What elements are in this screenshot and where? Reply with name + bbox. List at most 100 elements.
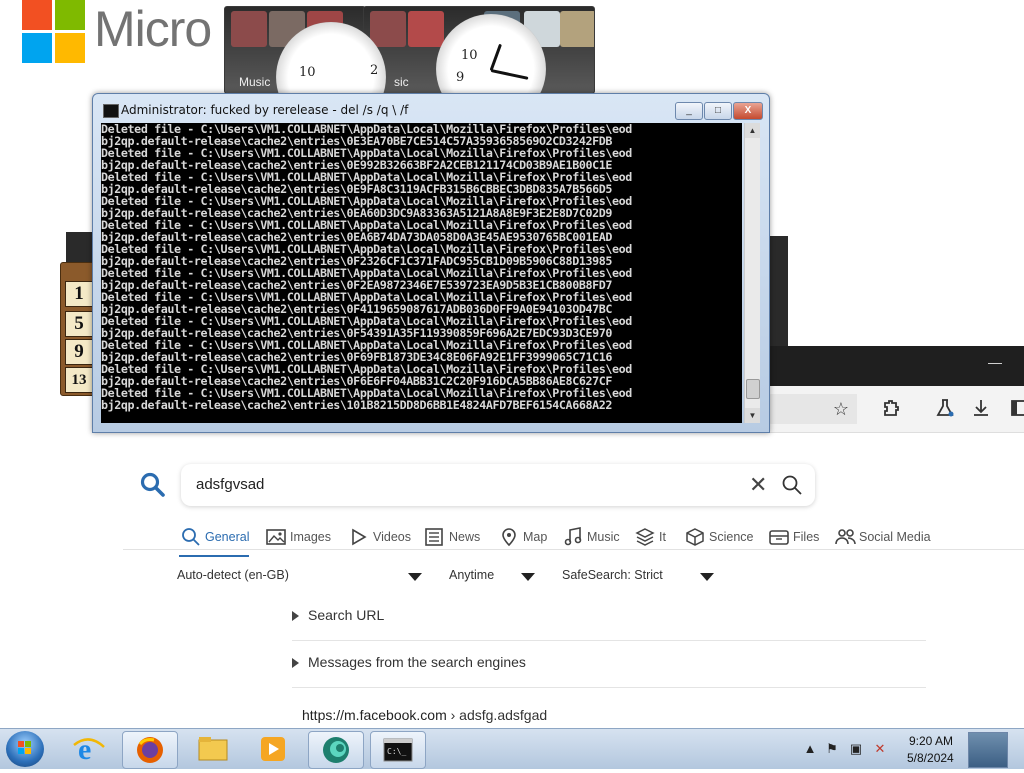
extensions-icon[interactable] <box>880 398 902 420</box>
newspaper-icon <box>425 528 443 546</box>
tab-label: General <box>205 530 250 544</box>
clock-date[interactable]: 5/8/2024 <box>907 751 954 765</box>
puzzle-tile[interactable]: 1 <box>65 281 93 307</box>
search-url-accordion[interactable]: Search URL <box>292 594 926 641</box>
tab-label: Images <box>290 530 331 544</box>
search-query: adsfgvsad <box>196 476 265 493</box>
internet-explorer-button[interactable]: e <box>62 731 116 767</box>
puzzle-tile[interactable]: 13 <box>65 367 93 393</box>
firefox-button[interactable] <box>122 731 178 769</box>
clock-number: 10 <box>299 65 316 80</box>
scroll-up-icon[interactable]: ▲ <box>745 123 760 138</box>
result-url[interactable]: https://m.facebook.com › adsfg.adsfgad <box>302 707 547 723</box>
svg-text:e: e <box>78 733 91 766</box>
microsoft-logo <box>22 0 86 64</box>
search-page: adsfgvsad ✕ General Images Videos News M… <box>117 433 1024 728</box>
tab-label: Music <box>587 530 620 544</box>
clock-hand <box>490 69 529 80</box>
console-line: bj2qp.default-release\cache2\entries\101… <box>101 398 613 412</box>
file-explorer-button[interactable] <box>186 731 240 767</box>
minimize-icon[interactable]: — <box>988 354 1002 370</box>
image-icon <box>266 529 286 545</box>
clock-number: 9 <box>456 70 465 85</box>
media-player-icon <box>261 737 285 761</box>
puzzle-tile[interactable]: 5 <box>65 311 93 337</box>
close-button[interactable]: X <box>733 102 763 120</box>
command-prompt-button[interactable]: C:\_ <box>370 731 426 769</box>
active-tab-indicator <box>179 555 249 557</box>
firefox-icon <box>137 737 163 763</box>
network-icon[interactable]: ▣ <box>848 741 864 757</box>
layers-icon <box>635 528 655 546</box>
action-center-flag-icon[interactable]: ⚑ <box>824 741 840 757</box>
taskbar: e C:\_ ▲ ⚑ ▣ ✕ 9:20 AM 5/8/2024 <box>0 728 1024 769</box>
internet-explorer-icon: e <box>73 733 105 766</box>
star-icon[interactable]: ☆ <box>830 398 852 420</box>
clock-number: 2 <box>370 63 379 78</box>
search-input[interactable]: adsfgvsad ✕ <box>181 464 815 506</box>
expand-triangle-icon <box>292 611 299 621</box>
show-hidden-icons-icon[interactable]: ▲ <box>802 741 818 757</box>
people-icon <box>835 529 856 545</box>
tab-label: Files <box>793 530 820 544</box>
chevron-down-icon[interactable] <box>521 573 535 581</box>
command-prompt-icon: C:\_ <box>383 738 413 762</box>
browser-app-button[interactable] <box>308 731 364 769</box>
play-icon <box>352 528 367 546</box>
gadget-shadow <box>66 232 94 266</box>
search-icon <box>182 528 200 546</box>
minimize-button[interactable]: _ <box>675 102 703 120</box>
language-select[interactable]: Auto-detect (en-GB) <box>177 568 289 582</box>
tab-label: News <box>449 530 481 544</box>
file-box-icon <box>769 530 789 545</box>
volume-muted-icon[interactable]: ✕ <box>872 741 888 757</box>
engine-messages-accordion[interactable]: Messages from the search engines <box>292 641 926 688</box>
sidebar-icon[interactable] <box>1007 398 1024 420</box>
result-path: › adsfg.adsfgad <box>450 707 548 723</box>
tab-label: Videos <box>373 530 411 544</box>
tabs-divider <box>123 549 1024 550</box>
console-output[interactable]: Deleted file - C:\Users\VM1.COLLABNET\Ap… <box>101 123 742 423</box>
cube-icon <box>686 528 704 546</box>
expand-triangle-icon <box>292 658 299 668</box>
chevron-down-icon[interactable] <box>700 573 714 581</box>
folder-icon <box>198 737 228 761</box>
maximize-button[interactable]: □ <box>704 102 732 120</box>
time-select[interactable]: Anytime <box>449 568 494 582</box>
tab-label: Social Media <box>859 530 931 544</box>
tab-label: Science <box>709 530 754 544</box>
safesearch-select[interactable]: SafeSearch: Strict <box>562 568 663 582</box>
music-note-icon <box>564 527 582 546</box>
search-engine-logo-icon[interactable] <box>139 471 167 499</box>
music-gadget-label: Music <box>239 75 271 89</box>
microsoft-wordmark: Micro <box>94 1 212 57</box>
clock-number: 10 <box>461 48 478 63</box>
chevron-down-icon[interactable] <box>408 573 422 581</box>
accordion-label: Search URL <box>308 607 385 623</box>
clear-search-icon[interactable]: ✕ <box>749 472 767 498</box>
console-scrollbar[interactable]: ▲ ▼ <box>744 123 760 423</box>
scroll-down-icon[interactable]: ▼ <box>745 408 760 423</box>
windows-flag-icon <box>18 741 31 754</box>
start-button[interactable] <box>6 731 44 767</box>
svg-text:C:\_: C:\_ <box>387 747 406 756</box>
console-icon <box>103 104 119 118</box>
tab-label: It <box>659 530 666 544</box>
search-submit-icon[interactable] <box>781 474 803 496</box>
music-gadget-label-2: sic <box>394 75 409 89</box>
window-title: Administrator: fucked by rerelease - del… <box>121 103 409 117</box>
browser-app-icon <box>323 737 349 763</box>
scroll-thumb[interactable] <box>746 379 760 399</box>
puzzle-tile[interactable]: 9 <box>65 339 93 365</box>
show-desktop-button[interactable] <box>968 732 1008 768</box>
media-player-button[interactable] <box>246 731 300 767</box>
tab-label: Map <box>523 530 548 544</box>
download-icon[interactable] <box>970 398 992 420</box>
result-host: https://m.facebook.com <box>302 707 447 723</box>
clock-hand <box>489 43 502 72</box>
clock-time[interactable]: 9:20 AM <box>909 734 953 748</box>
command-prompt-window[interactable]: Administrator: fucked by rerelease - del… <box>92 93 770 433</box>
accordion-label: Messages from the search engines <box>308 654 526 670</box>
flask-icon[interactable] <box>934 398 956 420</box>
map-pin-icon <box>502 528 516 547</box>
